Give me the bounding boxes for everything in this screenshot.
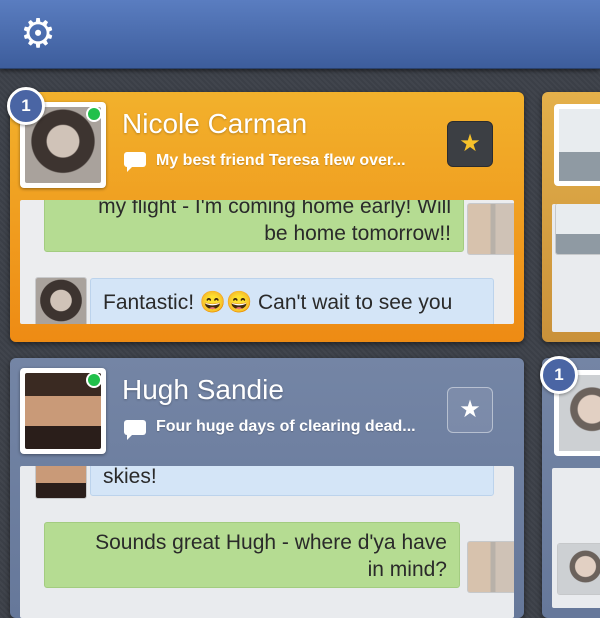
unread-badge-right: 1 — [540, 356, 578, 394]
gear-icon[interactable]: ⚙ — [18, 14, 58, 54]
contact-name: Nicole Carman — [122, 108, 308, 139]
message-incoming: skies! — [90, 466, 494, 496]
message-outgoing: my flight - I'm coming home early! Will … — [44, 200, 464, 252]
message-avatar-contact — [36, 466, 86, 498]
contact-avatar-hugh[interactable] — [20, 368, 106, 454]
message-avatar — [556, 204, 600, 254]
message-avatar-self — [468, 204, 514, 254]
message-avatar-contact — [36, 278, 86, 324]
message-bubble-icon — [124, 152, 146, 172]
chat-area: skies! Sounds great Hugh - where d'ya ha… — [20, 466, 514, 618]
message-avatar-self — [468, 542, 514, 592]
avatar — [554, 104, 600, 186]
message-preview: My best friend Teresa flew over... — [156, 152, 406, 169]
chat-area — [552, 204, 600, 332]
contact-name: Hugh Sandie — [122, 374, 284, 405]
favorite-star-button[interactable]: ★ — [447, 387, 493, 433]
chat-area: my flight - I'm coming home early! Will … — [20, 200, 514, 324]
conversation-card-right-top[interactable] — [542, 92, 600, 342]
message-incoming: Fantastic! 😄😄 Can't wait to see you 😘 — [90, 278, 494, 324]
online-status-dot — [86, 106, 102, 122]
favorite-star-button[interactable]: ★ — [447, 121, 493, 167]
unread-badge: 1 — [7, 87, 45, 125]
top-bar: ⚙ — [0, 0, 600, 69]
conversation-card-right-bottom[interactable] — [542, 358, 600, 618]
message-bubble-icon — [124, 420, 146, 440]
message-preview: Four huge days of clearing dead... — [156, 418, 416, 435]
online-status-dot — [86, 372, 102, 388]
message-outgoing: Sounds great Hugh - where d'ya have in m… — [44, 522, 460, 588]
chat-area — [552, 468, 600, 608]
message-avatar — [558, 544, 600, 594]
